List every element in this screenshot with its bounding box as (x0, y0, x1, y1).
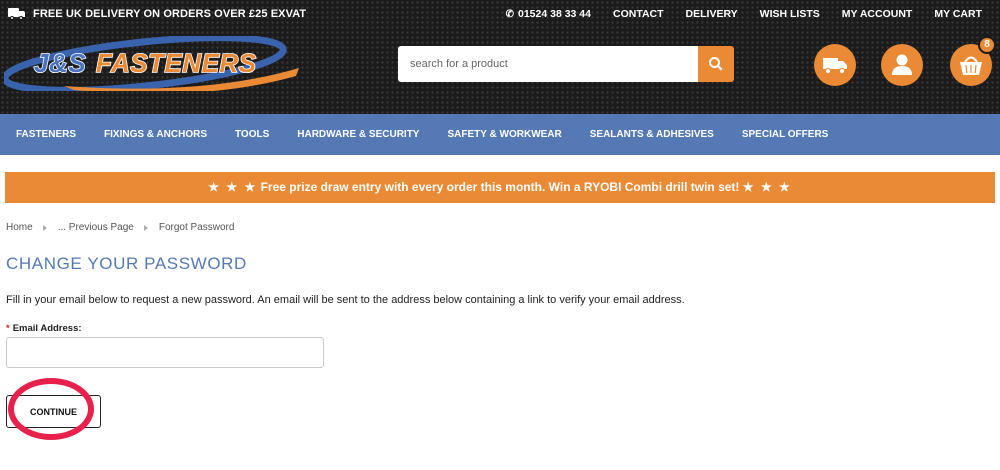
my-cart-link[interactable]: MY CART (934, 8, 982, 20)
breadcrumb-home[interactable]: Home (6, 222, 33, 233)
account-button[interactable] (881, 44, 923, 86)
cart-count-badge: 8 (978, 36, 996, 54)
required-marker: * (6, 323, 10, 334)
top-bar: FREE UK DELIVERY ON ORDERS OVER £25 EXVA… (0, 0, 1000, 28)
nav-item-sealants-adhesives[interactable]: SEALANTS & ADHESIVES (590, 129, 714, 140)
search-button[interactable] (698, 46, 734, 82)
promo-banner-text: Free prize draw entry with every order t… (260, 180, 740, 194)
phone-icon: ✆ (505, 8, 514, 20)
email-field[interactable] (6, 337, 324, 368)
star-icons-left: ★ ★ ★ (208, 180, 258, 194)
phone-number: 01524 38 33 44 (518, 8, 591, 20)
delivery-truck-icon (823, 58, 847, 75)
svg-text:FASTENERS: FASTENERS (96, 48, 257, 78)
search-input[interactable] (398, 46, 698, 82)
nav-item-hardware-security[interactable]: HARDWARE & SECURITY (297, 129, 419, 140)
my-account-link[interactable]: MY ACCOUNT (842, 8, 913, 20)
promo-banner[interactable]: ★ ★ ★ Free prize draw entry with every o… (5, 172, 995, 203)
svg-text:J&S: J&S (34, 48, 86, 78)
truck-icon (8, 7, 26, 20)
contact-link[interactable]: CONTACT (613, 8, 664, 20)
search-bar (398, 46, 734, 82)
site-header: FREE UK DELIVERY ON ORDERS OVER £25 EXVA… (0, 0, 1000, 114)
breadcrumb: Home ... Previous Page Forgot Password (6, 222, 234, 233)
breadcrumb-current: Forgot Password (158, 222, 235, 233)
free-delivery-promo: FREE UK DELIVERY ON ORDERS OVER £25 EXVA… (8, 7, 306, 20)
page-title: CHANGE YOUR PASSWORD (6, 254, 247, 273)
chevron-right-icon (42, 224, 47, 231)
site-logo[interactable]: J&S FASTENERS (4, 36, 304, 91)
delivery-button[interactable] (814, 44, 856, 86)
wish-lists-link[interactable]: WISH LISTS (760, 8, 820, 20)
search-icon (709, 57, 723, 71)
email-label: * Email Address: (6, 323, 82, 334)
intro-text: Fill in your email below to request a ne… (6, 294, 685, 306)
free-delivery-text: FREE UK DELIVERY ON ORDERS OVER £25 EXVA… (33, 7, 307, 20)
user-icon (892, 54, 912, 75)
nav-item-fixings-anchors[interactable]: FIXINGS & ANCHORS (104, 129, 207, 140)
top-links: ✆ 01524 38 33 44 CONTACT DELIVERY WISH L… (484, 8, 982, 20)
email-label-text: Email Address: (12, 323, 82, 334)
main-nav: FASTENERS FIXINGS & ANCHORS TOOLS HARDWA… (0, 114, 1000, 155)
delivery-link[interactable]: DELIVERY (686, 8, 738, 20)
nav-item-special-offers[interactable]: SPECIAL OFFERS (742, 129, 829, 140)
breadcrumb-previous-page[interactable]: ... Previous Page (58, 222, 134, 233)
nav-item-fasteners[interactable]: FASTENERS (16, 129, 76, 140)
chevron-right-icon (143, 224, 148, 231)
star-icons-right: ★ ★ ★ (742, 180, 792, 194)
nav-item-safety-workwear[interactable]: SAFETY & WORKWEAR (447, 129, 561, 140)
nav-item-tools[interactable]: TOOLS (235, 129, 269, 140)
phone-link[interactable]: ✆ 01524 38 33 44 (506, 8, 591, 20)
continue-button[interactable]: CONTINUE (6, 395, 101, 428)
